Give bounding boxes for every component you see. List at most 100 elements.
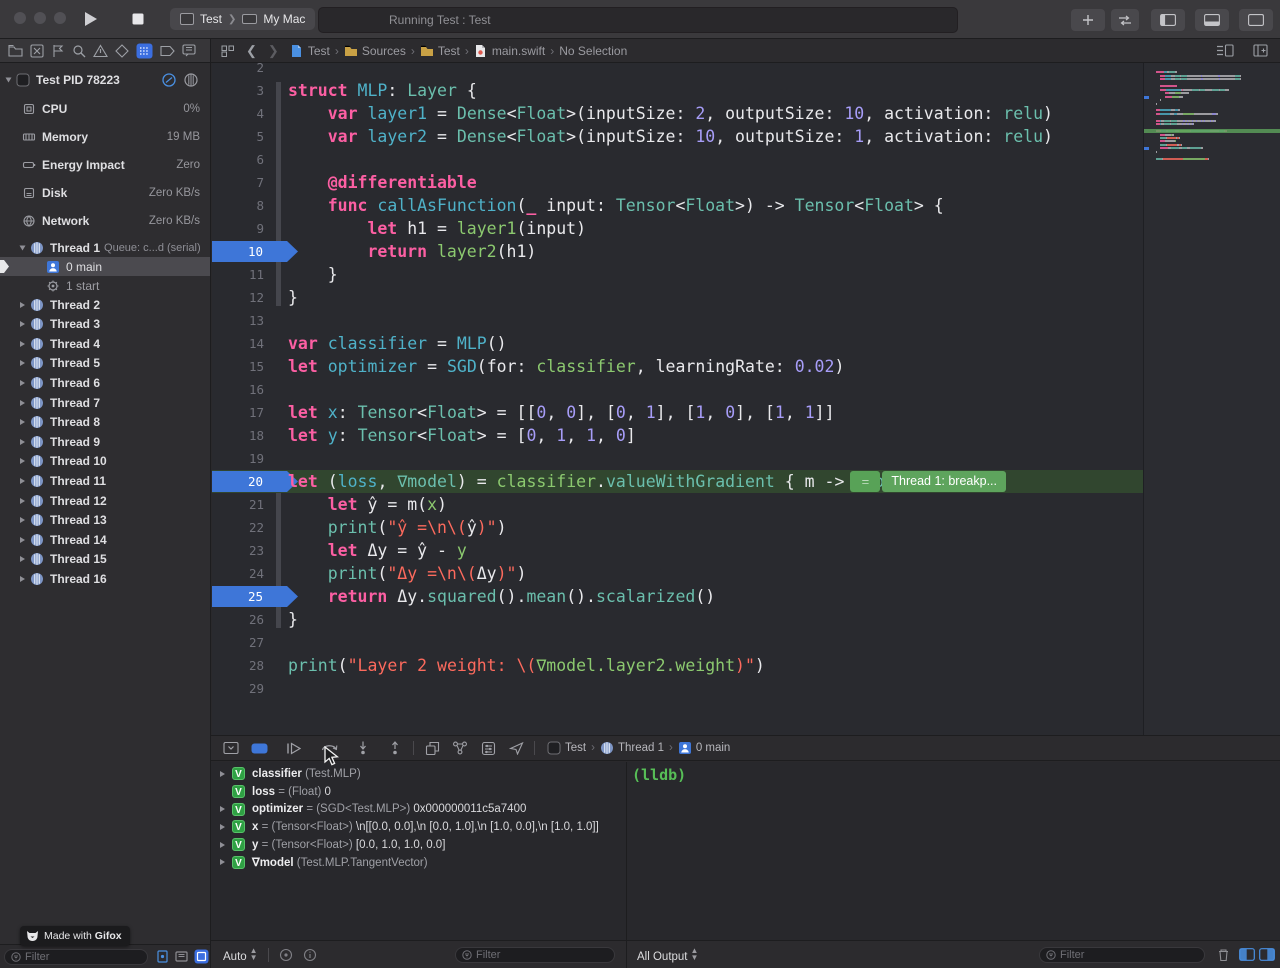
sidebar-thread-row[interactable]: Thread 15 [0, 550, 210, 569]
line-number[interactable]: 14 [212, 332, 264, 355]
code-line-16[interactable]: 16 [212, 378, 1143, 401]
code-line-9[interactable]: 9let h1 = layer1(input) [212, 217, 1143, 240]
minimize-window-button[interactable] [34, 12, 46, 24]
run-button[interactable] [84, 9, 98, 29]
code-line-26[interactable]: 26} [212, 608, 1143, 631]
breadcrumb-item[interactable]: main.swift [474, 44, 545, 58]
code-line-10[interactable]: 10return layer2(h1) [212, 240, 1143, 263]
sidebar-gauge-row[interactable]: DiskZero KB/s [0, 180, 210, 206]
code-line-27[interactable]: 27 [212, 631, 1143, 654]
minimap[interactable] [1144, 62, 1280, 735]
code-line-18[interactable]: 18let y: Tensor<Float> = [0, 1, 1, 0] [212, 424, 1143, 447]
sidebar-thread-row[interactable]: Thread 6 [0, 373, 210, 392]
line-number[interactable]: 8 [212, 194, 264, 217]
breadcrumb[interactable]: Test›Sources›Test›main.swift›No Selectio… [290, 44, 627, 58]
variables-filter-field[interactable]: Filter [455, 947, 615, 963]
show-running-processes-icon[interactable] [156, 950, 169, 963]
line-number[interactable]: 18 [212, 424, 264, 447]
info-icon[interactable] [303, 948, 317, 962]
show-crashed-threads-icon[interactable] [175, 950, 188, 963]
flag-breakpoint-icon[interactable] [279, 948, 293, 962]
disclosure-triangle[interactable] [20, 341, 25, 347]
pause-process-icon[interactable] [162, 73, 176, 87]
code-line-15[interactable]: 15let optimizer = SGD(for: classifier, l… [212, 355, 1143, 378]
code-line-13[interactable]: 13 [212, 309, 1143, 332]
line-number[interactable]: 2 [212, 62, 264, 79]
breakpoint-marker[interactable]: 10 [212, 241, 298, 262]
line-number[interactable]: 5 [212, 125, 264, 148]
find-navigator-icon[interactable] [72, 44, 86, 58]
variable-row[interactable]: Vx = (Tensor<Float>) \n[[0.0, 0.0],\n [0… [211, 818, 626, 836]
debug-jump-item[interactable]: Thread 1 [600, 741, 664, 755]
breadcrumb-item[interactable]: Sources [344, 44, 406, 58]
toggle-debug-area-button[interactable] [1194, 8, 1230, 32]
sidebar-thread-row[interactable]: Thread 11 [0, 471, 210, 490]
disclosure-triangle[interactable] [20, 498, 25, 504]
scheme-selector[interactable]: Test ❯ My Mac [170, 8, 315, 30]
toggle-console-view-icon[interactable] [1259, 948, 1275, 961]
sidebar-thread-row[interactable]: Thread 9 [0, 432, 210, 451]
step-into-button[interactable] [349, 736, 377, 760]
console[interactable]: (lldb) [627, 762, 1280, 940]
toggle-variables-view-icon[interactable] [1239, 948, 1255, 961]
breakpoint-annotation[interactable]: =Thread 1: breakp... [850, 471, 1006, 492]
sidebar-thread-row[interactable]: Thread 2 [0, 295, 210, 314]
sidebar-thread-row[interactable]: Thread 14 [0, 530, 210, 549]
disclosure-triangle[interactable] [20, 556, 25, 562]
line-number[interactable]: 9 [212, 217, 264, 240]
disclosure-triangle[interactable] [220, 771, 225, 777]
disclosure-triangle[interactable] [20, 245, 26, 250]
code-line-7[interactable]: 7@differentiable [212, 171, 1143, 194]
sidebar-gauge-row[interactable]: CPU0% [0, 96, 210, 122]
sidebar-thread-row[interactable]: Thread 5 [0, 354, 210, 373]
line-number[interactable]: 7 [212, 171, 264, 194]
code-line-11[interactable]: 11} [212, 263, 1143, 286]
code-line-6[interactable]: 6 [212, 148, 1143, 171]
report-navigator-icon[interactable] [182, 44, 196, 57]
breakpoint-marker[interactable]: 25 [212, 586, 298, 607]
sidebar-thread-row[interactable]: Thread 12 [0, 491, 210, 510]
line-number[interactable]: 23 [212, 539, 264, 562]
disclosure-triangle[interactable] [20, 458, 25, 464]
breakpoint-marker[interactable]: 20 [212, 471, 298, 492]
line-number[interactable]: 24 [212, 562, 264, 585]
disclosure-triangle[interactable] [6, 78, 12, 83]
variable-row[interactable]: Vloss = (Float) 0 [211, 783, 626, 801]
disclosure-triangle[interactable] [20, 419, 25, 425]
symbol-navigator-icon[interactable] [51, 44, 65, 58]
debug-memory-graph-button[interactable] [446, 736, 474, 760]
code-line-17[interactable]: 17let x: Tensor<Float> = [[0, 0], [0, 1]… [212, 401, 1143, 424]
line-number[interactable]: 6 [212, 148, 264, 171]
breadcrumb-item[interactable]: Test [290, 44, 330, 58]
disclosure-triangle[interactable] [220, 859, 225, 865]
sidebar-divider[interactable] [210, 39, 211, 968]
line-number[interactable]: 11 [212, 263, 264, 286]
line-number[interactable]: 12 [212, 286, 264, 309]
toggle-inspector-button[interactable] [1238, 8, 1274, 32]
line-number[interactable]: 17 [212, 401, 264, 424]
breadcrumb-item[interactable]: No Selection [559, 44, 627, 58]
code-line-2[interactable]: 2 [212, 62, 1143, 79]
code-line-24[interactable]: 24print("Δy =\n\(Δy)") [212, 562, 1143, 585]
stop-button[interactable] [132, 9, 144, 29]
disclosure-triangle[interactable] [20, 517, 25, 523]
breakpoint-navigator-icon[interactable] [160, 45, 175, 57]
sidebar-gauge-row[interactable]: Energy ImpactZero [0, 152, 210, 178]
debug-jump-item[interactable]: Test [547, 741, 586, 755]
breakpoints-toggle-button[interactable] [245, 736, 273, 760]
add-editor-button[interactable] [1253, 44, 1268, 57]
line-number[interactable]: 27 [212, 631, 264, 654]
debug-navigator-icon-selected[interactable] [136, 43, 153, 59]
toggle-navigator-button[interactable] [1150, 8, 1186, 32]
sidebar-frame-row[interactable]: 1 start [0, 276, 210, 295]
sidebar-gauge-row[interactable]: NetworkZero KB/s [0, 208, 210, 234]
line-number[interactable]: 26 [212, 608, 264, 631]
simulate-location-button[interactable] [502, 736, 530, 760]
sidebar-thread-row[interactable]: Thread 10 [0, 452, 210, 471]
code-line-14[interactable]: 14var classifier = MLP() [212, 332, 1143, 355]
sidebar-thread-row[interactable]: Thread 13 [0, 511, 210, 530]
continue-button[interactable] [279, 736, 307, 760]
trash-icon[interactable] [1217, 948, 1230, 962]
line-number[interactable]: 4 [212, 102, 264, 125]
disclosure-triangle[interactable] [220, 806, 225, 812]
